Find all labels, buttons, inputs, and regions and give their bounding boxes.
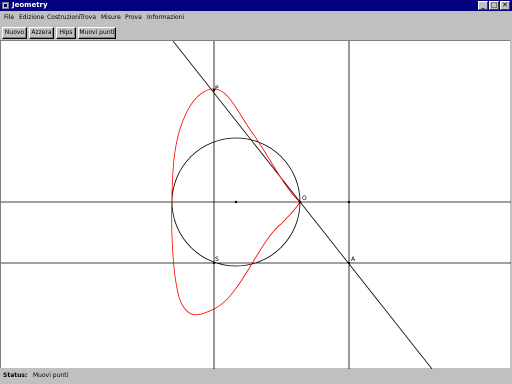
minimize-button[interactable]: _ (478, 1, 488, 10)
status-value: Muovi punti (33, 372, 69, 379)
label-s: S (215, 256, 219, 263)
diagonal-line (172, 41, 433, 369)
label-o: O (302, 195, 307, 202)
point-a (347, 261, 351, 265)
menu-informazioni[interactable]: Informazioni (147, 11, 184, 24)
menu-edizione[interactable]: Edizione (19, 11, 44, 24)
menu-misure[interactable]: Misure (101, 11, 121, 24)
muovi-punti-button[interactable]: Muovi punti (78, 27, 116, 39)
label-p: P (215, 85, 219, 92)
close-button[interactable]: ✕ (500, 1, 510, 10)
nuovo-button[interactable]: Nuovo (2, 27, 27, 39)
title-bar[interactable]: Jeometry _ □ ✕ (0, 0, 512, 11)
label-a: A (351, 256, 356, 263)
axis-point (347, 200, 351, 204)
toolbar: Nuovo Azzera Hips Muovi punti (0, 24, 512, 40)
center-point (234, 200, 238, 204)
status-label: Status: (3, 372, 28, 379)
menu-costruzioni[interactable]: Costruzioni (47, 11, 81, 24)
hips-button[interactable]: Hips (56, 27, 76, 39)
geometry-figure[interactable]: P O A S (1, 41, 511, 369)
maximize-button[interactable]: □ (489, 1, 499, 10)
menu-trova[interactable]: Trova (80, 11, 96, 24)
point-o (298, 200, 302, 204)
app-icon (2, 2, 9, 9)
status-bar: Status: Muovi punti (0, 368, 512, 384)
menu-file[interactable]: File (4, 11, 14, 24)
menu-prova[interactable]: Prova (125, 11, 142, 24)
azzera-button[interactable]: Azzera (29, 27, 54, 39)
drawing-canvas[interactable]: P O A S (0, 40, 511, 369)
menu-bar: File Edizione Costruzioni Trova Misure P… (0, 11, 512, 24)
window-title: Jeometry (12, 1, 48, 9)
